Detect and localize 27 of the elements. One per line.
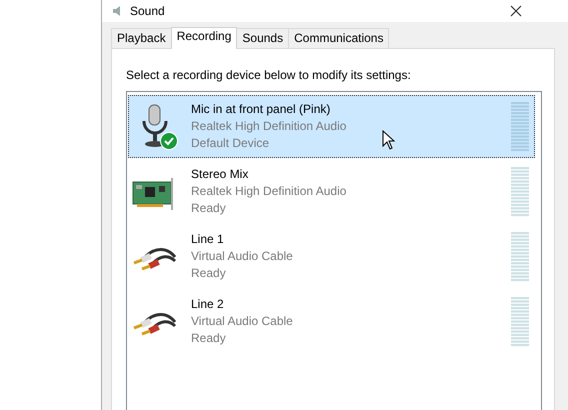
close-icon[interactable] (510, 5, 522, 17)
device-status: Ready (191, 265, 226, 282)
instruction-text: Select a recording device below to modify its settings: (126, 68, 412, 82)
device-driver: Virtual Audio Cable (191, 313, 293, 330)
device-name: Mic in at front panel (Pink) (191, 101, 330, 118)
device-row[interactable]: Line 2 Virtual Audio Cable Ready (128, 290, 535, 353)
device-name: Line 1 (191, 231, 224, 248)
tab[interactable]: Playback (111, 28, 172, 48)
level-meter-icon (511, 102, 529, 152)
level-meter-icon (511, 232, 529, 282)
device-row[interactable]: Mic in at front panel (Pink) Realtek High Definition Audio Default Device (128, 95, 535, 158)
tab[interactable]: Communications (288, 28, 390, 48)
device-name: Stereo Mix (191, 166, 248, 183)
device-row[interactable]: Stereo Mix Realtek High Definition Audio Ready (128, 160, 535, 223)
device-row[interactable]: Line 1 Virtual Audio Cable Ready (128, 225, 535, 288)
level-meter-icon (511, 296, 529, 346)
device-status: Ready (191, 200, 226, 217)
device-name: Line 2 (191, 296, 224, 313)
device-driver: Realtek High Definition Audio (191, 118, 346, 135)
tab[interactable]: Recording (170, 27, 238, 49)
device-driver: Realtek High Definition Audio (191, 183, 346, 200)
window-title: Sound (130, 4, 165, 18)
device-driver: Virtual Audio Cable (191, 248, 293, 265)
device-status: Default Device (191, 135, 270, 152)
level-meter-icon (511, 166, 529, 216)
mouse-cursor-icon (382, 130, 395, 150)
device-status: Ready (191, 330, 226, 347)
